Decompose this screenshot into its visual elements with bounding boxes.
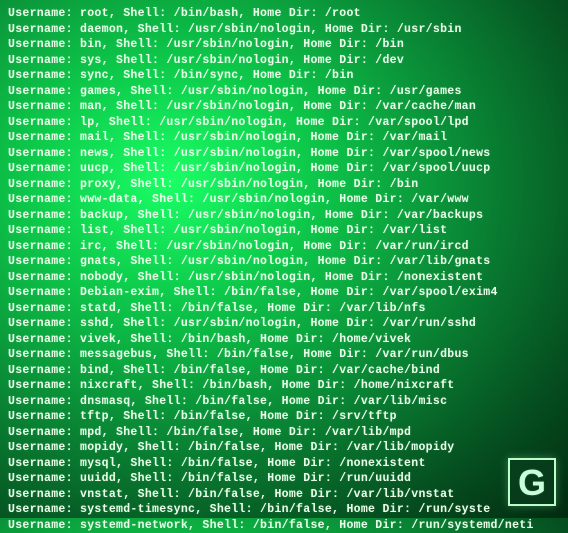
user-entry: Username: man, Shell: /usr/sbin/nologin,… (8, 99, 560, 115)
logo-letter: G (518, 459, 546, 507)
user-entry: Username: gnats, Shell: /usr/sbin/nologi… (8, 254, 560, 270)
user-entry: Username: mpd, Shell: /bin/false, Home D… (8, 425, 560, 441)
user-entry: Username: backup, Shell: /usr/sbin/nolog… (8, 208, 560, 224)
user-entry: Username: vnstat, Shell: /bin/false, Hom… (8, 487, 560, 503)
user-entry: Username: list, Shell: /usr/sbin/nologin… (8, 223, 560, 239)
user-entry: Username: dnsmasq, Shell: /bin/false, Ho… (8, 394, 560, 410)
user-entry: Username: statd, Shell: /bin/false, Home… (8, 301, 560, 317)
user-entry: Username: mopidy, Shell: /bin/false, Hom… (8, 440, 560, 456)
user-entry: Username: systemd-timesync, Shell: /bin/… (8, 502, 560, 518)
user-entry: Username: mysql, Shell: /bin/false, Home… (8, 456, 560, 472)
user-entry: Username: sshd, Shell: /usr/sbin/nologin… (8, 316, 560, 332)
user-entry: Username: sys, Shell: /usr/sbin/nologin,… (8, 53, 560, 69)
user-entry: Username: nixcraft, Shell: /bin/bash, Ho… (8, 378, 560, 394)
user-entry: Username: lp, Shell: /usr/sbin/nologin, … (8, 115, 560, 131)
user-entry: Username: irc, Shell: /usr/sbin/nologin,… (8, 239, 560, 255)
user-entry: Username: vivek, Shell: /bin/bash, Home … (8, 332, 560, 348)
user-entry: Username: messagebus, Shell: /bin/false,… (8, 347, 560, 363)
user-entry: Username: systemd-network, Shell: /bin/f… (8, 518, 560, 533)
user-entry: Username: Debian-exim, Shell: /bin/false… (8, 285, 560, 301)
user-entry: Username: sync, Shell: /bin/sync, Home D… (8, 68, 560, 84)
user-entry: Username: root, Shell: /bin/bash, Home D… (8, 6, 560, 22)
user-entry: Username: mail, Shell: /usr/sbin/nologin… (8, 130, 560, 146)
user-entry: Username: uucp, Shell: /usr/sbin/nologin… (8, 161, 560, 177)
user-entry: Username: proxy, Shell: /usr/sbin/nologi… (8, 177, 560, 193)
terminal-output: Username: root, Shell: /bin/bash, Home D… (8, 6, 560, 533)
user-entry: Username: bind, Shell: /bin/false, Home … (8, 363, 560, 379)
user-entry: Username: games, Shell: /usr/sbin/nologi… (8, 84, 560, 100)
user-entry: Username: www-data, Shell: /usr/sbin/nol… (8, 192, 560, 208)
user-entry: Username: tftp, Shell: /bin/false, Home … (8, 409, 560, 425)
user-entry: Username: nobody, Shell: /usr/sbin/nolog… (8, 270, 560, 286)
user-entry: Username: bin, Shell: /usr/sbin/nologin,… (8, 37, 560, 53)
user-entry: Username: uuidd, Shell: /bin/false, Home… (8, 471, 560, 487)
user-entry: Username: daemon, Shell: /usr/sbin/nolog… (8, 22, 560, 38)
site-logo: G (508, 458, 556, 506)
user-entry: Username: news, Shell: /usr/sbin/nologin… (8, 146, 560, 162)
